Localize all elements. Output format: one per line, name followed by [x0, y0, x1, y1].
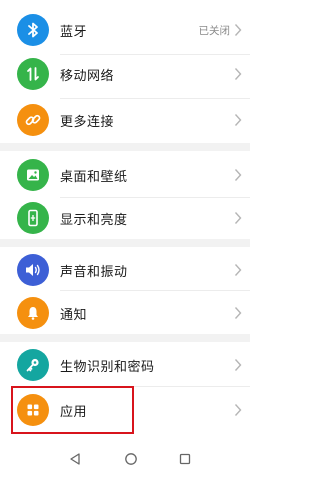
- display-icon: [17, 202, 49, 234]
- settings-item-notifications[interactable]: 通知: [0, 289, 250, 337]
- settings-item-label: 移动网络: [60, 68, 115, 84]
- chevron-right-icon: [234, 359, 242, 371]
- settings-item-display[interactable]: 显示和亮度: [0, 194, 250, 242]
- recents-square-icon[interactable]: [174, 448, 196, 470]
- sound-icon: [17, 254, 49, 286]
- settings-item-label: 更多连接: [60, 114, 115, 130]
- settings-item-label: 桌面和壁纸: [60, 169, 128, 185]
- settings-item-label: 蓝牙: [60, 24, 88, 40]
- chevron-right-icon: [234, 212, 242, 224]
- settings-item-apps[interactable]: 应用: [0, 386, 250, 434]
- settings-item-more-connections[interactable]: 更多连接: [0, 96, 250, 144]
- settings-item-label: 通知: [60, 307, 88, 323]
- chevron-right-icon: [234, 169, 242, 181]
- section-gap: [0, 143, 250, 151]
- chevron-right-icon: [234, 114, 242, 126]
- chevron-right-icon: [234, 404, 242, 416]
- bell-icon: [17, 297, 49, 329]
- chevron-right-icon: [234, 264, 242, 276]
- chevron-right-icon: [234, 68, 242, 80]
- settings-item-mobile-network[interactable]: 移动网络: [0, 50, 250, 98]
- bluetooth-status: 已关闭: [198, 24, 231, 37]
- settings-item-label: 生物识别和密码: [60, 359, 155, 375]
- settings-item-label: 显示和亮度: [60, 212, 128, 228]
- settings-item-biometrics[interactable]: 生物识别和密码: [0, 341, 250, 389]
- settings-screen: 蓝牙 已关闭 移动网络 更多连接 桌面和壁纸 显示和亮度 声音和振动 通知 生物…: [0, 0, 250, 500]
- bluetooth-icon: [17, 14, 49, 46]
- wallpaper-icon: [17, 159, 49, 191]
- link-icon: [17, 104, 49, 136]
- apps-icon: [17, 394, 49, 426]
- settings-item-label: 应用: [60, 404, 88, 420]
- back-triangle-icon[interactable]: [64, 448, 86, 470]
- settings-item-bluetooth[interactable]: 蓝牙 已关闭: [0, 6, 250, 54]
- settings-item-wallpaper[interactable]: 桌面和壁纸: [0, 151, 250, 199]
- settings-item-sound[interactable]: 声音和振动: [0, 246, 250, 294]
- navigation-bar: [0, 438, 250, 500]
- settings-item-label: 声音和振动: [60, 264, 128, 280]
- chevron-right-icon: [234, 24, 242, 36]
- mobile-network-icon: [17, 58, 49, 90]
- chevron-right-icon: [234, 307, 242, 319]
- home-circle-icon[interactable]: [120, 448, 142, 470]
- key-icon: [17, 349, 49, 381]
